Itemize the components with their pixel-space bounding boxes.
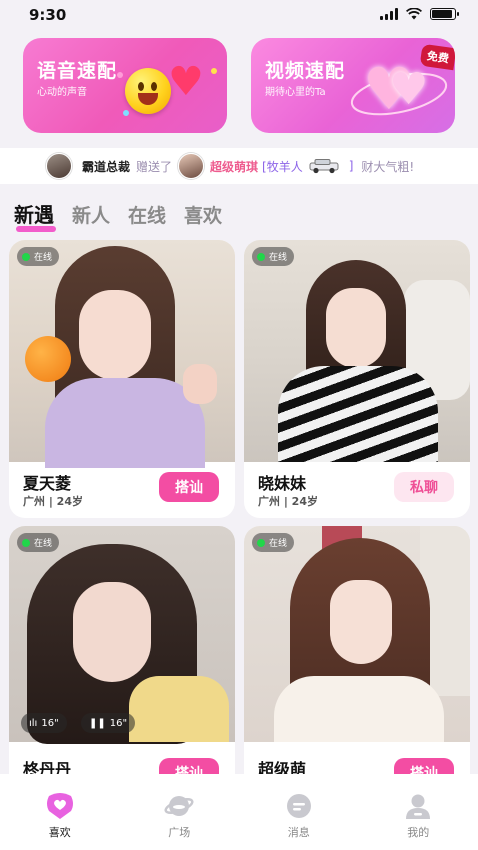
online-badge: 在线 xyxy=(17,247,60,266)
status-time: 9:30 xyxy=(29,6,67,24)
car-gift-icon xyxy=(309,159,339,174)
online-badge: 在线 xyxy=(17,533,60,552)
online-badge: 在线 xyxy=(252,247,295,266)
sparkle-icon xyxy=(123,110,129,116)
profile-photo[interactable]: 在线 xyxy=(244,526,470,742)
sender-avatar xyxy=(46,153,72,179)
online-label: 在线 xyxy=(269,253,288,263)
online-dot-icon xyxy=(22,252,30,261)
smiley-emoji-icon xyxy=(125,68,171,114)
nav-label: 喜欢 xyxy=(48,826,71,839)
profile-name: 晓妹妹 xyxy=(258,474,307,493)
profile-card[interactable]: 在线 夏天菱 广州 | 24岁 搭讪 xyxy=(9,240,235,518)
voice-duration: 16" xyxy=(41,717,59,729)
nav-label: 我的 xyxy=(407,826,430,839)
profile-name: 夏天菱 xyxy=(23,474,72,493)
voice-match-subtitle: 心动的声音 xyxy=(37,87,87,98)
ticker-receiver: 超级萌琪 xyxy=(210,159,259,174)
online-label: 在线 xyxy=(34,253,53,263)
status-bar: 9:30 xyxy=(0,0,478,32)
orange xyxy=(25,336,71,382)
ticker-gift-close: ] xyxy=(348,159,354,173)
tab-favorites[interactable]: 喜欢 xyxy=(184,201,222,228)
tab-new-meet[interactable]: 新遇 xyxy=(14,199,56,232)
nav-label: 消息 xyxy=(287,826,310,839)
profile-photo[interactable]: 在线 xyxy=(9,240,235,468)
nav-label: 广场 xyxy=(168,826,191,839)
planet-icon xyxy=(164,792,194,820)
wifi-icon xyxy=(406,8,422,20)
nav-item-messages[interactable]: 消息 xyxy=(239,774,359,850)
video-match-title: 视频速配 xyxy=(265,60,346,82)
nav-item-me[interactable]: 我的 xyxy=(359,774,478,850)
free-badge: 免费 xyxy=(419,43,455,71)
online-badge: 在线 xyxy=(252,533,295,552)
online-dot-icon xyxy=(257,252,265,261)
status-icons xyxy=(380,8,459,20)
voice-duration: 16" xyxy=(109,717,128,729)
voice-duration-pill[interactable]: ılı 16" xyxy=(21,713,67,733)
sparkle-icon xyxy=(117,72,123,78)
bottom-nav: 喜欢 广场 消息 我的 xyxy=(0,774,478,850)
voice-play-pill[interactable]: ❚❚ 16" xyxy=(81,713,136,733)
voice-match-banner[interactable]: 语音速配 心动的声音 ♥ xyxy=(23,38,227,133)
online-dot-icon xyxy=(22,538,30,547)
ticker-suffix: 财大气粗! xyxy=(361,159,415,174)
online-label: 在线 xyxy=(34,539,53,549)
tab-newcomers[interactable]: 新人 xyxy=(72,201,110,228)
battery-icon xyxy=(430,8,459,20)
private-chat-button[interactable]: 私聊 xyxy=(394,472,454,502)
tab-online[interactable]: 在线 xyxy=(128,201,166,228)
ticker-sender: 霸道总裁 xyxy=(82,159,131,174)
sparkle-icon xyxy=(211,68,217,74)
greet-button[interactable]: 搭讪 xyxy=(159,472,219,502)
ticker-verb: 赠送了 xyxy=(136,159,173,174)
gift-ticker[interactable]: 霸道总裁 赠送了 超级萌琪 [牧羊人 ] 财大气粗! xyxy=(0,148,478,184)
video-match-subtitle: 期待心里的Ta xyxy=(265,87,326,98)
nav-item-square[interactable]: 广场 xyxy=(120,774,240,850)
heart-icon: ♥ xyxy=(389,64,429,115)
voice-match-title: 语音速配 xyxy=(37,60,118,82)
profile-meta: 广州 | 24岁 xyxy=(258,495,318,508)
profile-photo[interactable]: 在线 ılı 16" ❚❚ 16" xyxy=(9,526,235,744)
message-icon xyxy=(284,792,314,820)
profile-meta: 广州 | 24岁 xyxy=(23,495,83,508)
user-icon xyxy=(403,792,433,820)
receiver-avatar xyxy=(178,153,205,179)
ticker-gift: [牧羊人 xyxy=(262,159,303,174)
online-label: 在线 xyxy=(269,539,288,549)
heart-chat-icon xyxy=(45,792,75,820)
profile-card[interactable]: 在线 超级萌 搭讪 xyxy=(244,526,470,804)
video-match-banner[interactable]: 视频速配 期待心里的Ta ♥ ♥ 免费 xyxy=(251,38,455,133)
heart-icon: ♥ xyxy=(168,59,204,105)
nav-item-like[interactable]: 喜欢 xyxy=(0,774,120,850)
profile-photo[interactable]: 在线 xyxy=(244,240,470,462)
cellular-signal-icon xyxy=(380,8,398,20)
sound-wave-icon: ılı xyxy=(29,717,38,729)
profile-card[interactable]: 在线 ılı 16" ❚❚ 16" 柊丹丹 搭讪 xyxy=(9,526,235,804)
online-dot-icon xyxy=(257,538,265,547)
category-tabs: 新遇 新人 在线 喜欢 xyxy=(14,199,222,232)
profile-card[interactable]: 在线 晓妹妹 广州 | 24岁 私聊 xyxy=(244,240,470,518)
pause-icon: ❚❚ xyxy=(89,717,106,729)
